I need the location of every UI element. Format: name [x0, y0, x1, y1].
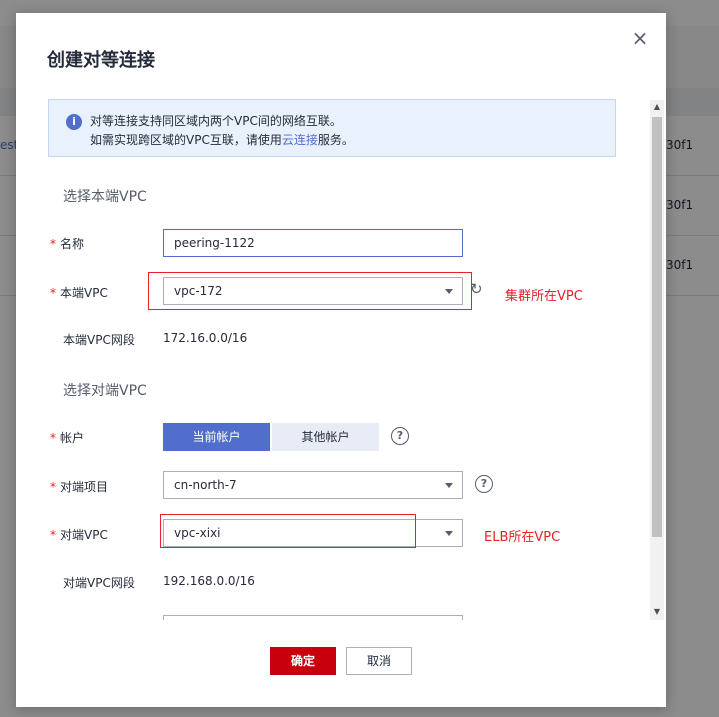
- cancel-button[interactable]: 取消: [346, 647, 412, 675]
- partially-visible-field[interactable]: [163, 615, 463, 620]
- chevron-down-icon: [445, 483, 453, 488]
- peer-cidr-value: 192.168.0.0/16: [163, 574, 255, 588]
- close-icon[interactable]: ×: [630, 28, 650, 48]
- info-notice: i 对等连接支持同区域内两个VPC间的网络互联。 如需实现跨区域的VPC互联，请…: [48, 99, 616, 157]
- info-line-2: 如需实现跨区域的VPC互联，请使用云连接服务。: [90, 133, 354, 147]
- create-peering-dialog: 创建对等连接 × i 对等连接支持同区域内两个VPC间的网络互联。 如需实现跨区…: [16, 13, 666, 707]
- local-vpc-highlight: [148, 272, 472, 310]
- local-vpc-note: 集群所在VPC: [505, 289, 583, 304]
- peer-vpc-label: * 对端VPC: [50, 528, 108, 542]
- peer-vpc-highlight: [160, 514, 416, 548]
- chevron-down-icon: [445, 531, 453, 536]
- peer-project-label: * 对端项目: [50, 480, 109, 494]
- name-label: * 名称: [50, 237, 85, 251]
- local-vpc-section-title: 选择本端VPC: [63, 189, 147, 205]
- current-account-button[interactable]: 当前帐户: [163, 423, 270, 451]
- scroll-up-icon[interactable]: ▲: [650, 100, 664, 114]
- local-cidr-label: 本端VPC网段: [63, 333, 135, 347]
- scroll-down-icon[interactable]: ▼: [650, 605, 664, 619]
- local-vpc-label: * 本端VPC: [50, 286, 108, 300]
- info-line-1: 对等连接支持同区域内两个VPC间的网络互联。: [90, 114, 342, 128]
- peer-vpc-section-title: 选择对端VPC: [63, 383, 147, 399]
- local-cidr-value: 172.16.0.0/16: [163, 331, 248, 345]
- peer-vpc-note: ELB所在VPC: [484, 530, 561, 545]
- cloud-connect-link[interactable]: 云连接: [282, 133, 318, 147]
- info-icon: i: [66, 114, 82, 130]
- dialog-title: 创建对等连接: [47, 50, 155, 71]
- help-icon[interactable]: ?: [475, 475, 493, 493]
- account-label: * 帐户: [50, 431, 85, 445]
- other-account-button[interactable]: 其他帐户: [272, 423, 379, 451]
- name-input[interactable]: peering-1122: [163, 229, 463, 257]
- dialog-scrollbar[interactable]: ▲ ▼: [650, 100, 664, 620]
- peer-cidr-label: 对端VPC网段: [63, 576, 135, 590]
- peer-project-select[interactable]: cn-north-7: [163, 471, 463, 499]
- scrollbar-thumb[interactable]: [652, 117, 662, 537]
- dialog-scroll-area: i 对等连接支持同区域内两个VPC间的网络互联。 如需实现跨区域的VPC互联，请…: [16, 98, 666, 620]
- help-icon[interactable]: ?: [391, 427, 409, 445]
- confirm-button[interactable]: 确定: [270, 647, 336, 675]
